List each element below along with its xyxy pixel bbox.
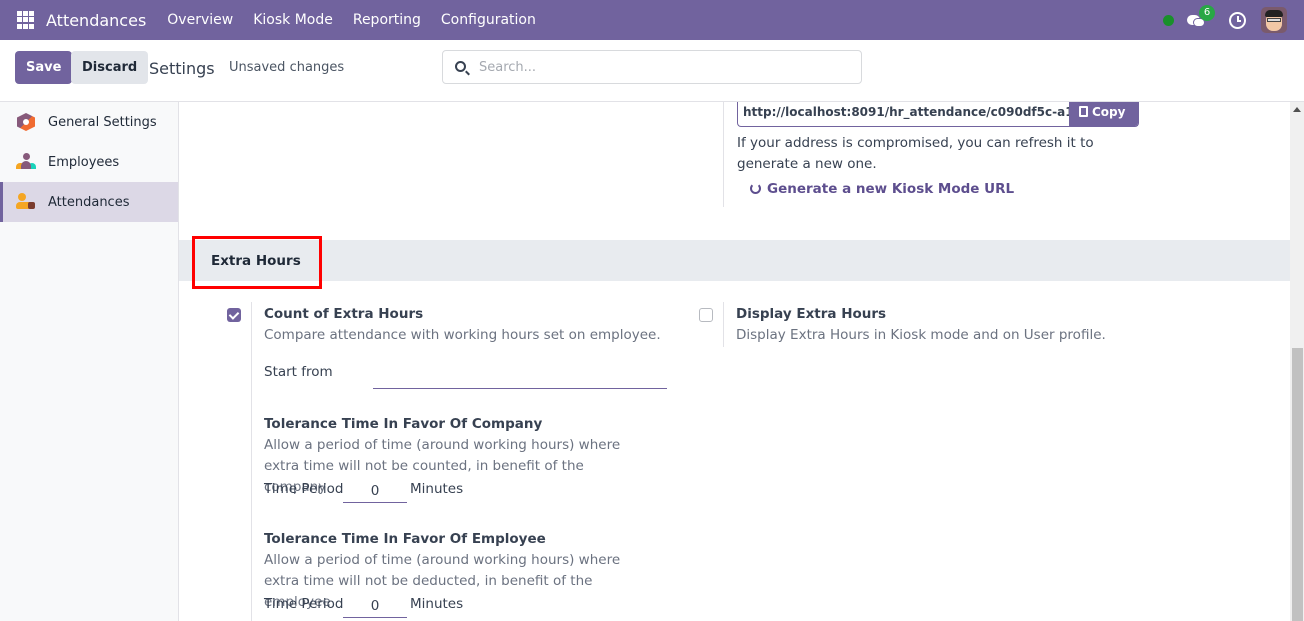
kiosk-url-block: http://localhost:8091/hr_attendance/c090… bbox=[723, 102, 1143, 207]
divider bbox=[723, 302, 724, 347]
tolerance-company-period-label: Time Period bbox=[264, 481, 344, 497]
settings-sidebar: General Settings Employees Attendances bbox=[0, 102, 179, 621]
display-extra-hours-title: Display Extra Hours bbox=[736, 306, 887, 322]
start-from-input[interactable] bbox=[373, 368, 667, 389]
sidebar-item-general-settings[interactable]: General Settings bbox=[0, 102, 178, 142]
divider bbox=[251, 302, 252, 621]
save-button[interactable]: Save bbox=[15, 51, 73, 84]
start-from-label: Start from bbox=[264, 364, 333, 380]
tolerance-company-unit: Minutes bbox=[410, 481, 464, 497]
search-input[interactable] bbox=[479, 57, 849, 77]
menu-configuration[interactable]: Configuration bbox=[441, 12, 536, 28]
apps-grid-icon[interactable] bbox=[17, 11, 35, 29]
kiosk-url[interactable]: http://localhost:8091/hr_attendance/c090… bbox=[743, 105, 1073, 119]
discard-button[interactable]: Discard bbox=[71, 51, 149, 84]
search-box[interactable] bbox=[442, 50, 862, 84]
generate-link-label: Generate a new Kiosk Mode URL bbox=[767, 181, 1015, 197]
chat-badge: 6 bbox=[1199, 5, 1215, 21]
copy-label: Copy bbox=[1092, 105, 1126, 119]
sidebar-item-label: General Settings bbox=[48, 114, 157, 130]
sidebar-item-employees[interactable]: Employees bbox=[0, 142, 178, 182]
copy-icon bbox=[1079, 106, 1088, 117]
tolerance-company-title: Tolerance Time In Favor Of Company bbox=[264, 416, 543, 432]
refresh-icon bbox=[750, 183, 761, 194]
control-panel: Save Discard Settings Unsaved changes bbox=[0, 41, 1304, 102]
top-navbar: Attendances Overview Kiosk Mode Reportin… bbox=[0, 0, 1304, 40]
tolerance-employee-period-label: Time Period bbox=[264, 596, 344, 612]
chat-icon[interactable]: 6 bbox=[1187, 5, 1215, 29]
display-extra-hours-checkbox[interactable] bbox=[699, 308, 713, 322]
kiosk-help-text: If your address is compromised, you can … bbox=[737, 135, 1094, 172]
attendances-icon bbox=[16, 192, 36, 212]
general-settings-icon bbox=[16, 112, 36, 132]
employees-icon bbox=[16, 152, 36, 172]
count-extra-hours-desc: Compare attendance with working hours se… bbox=[264, 327, 661, 343]
count-extra-hours-checkbox[interactable] bbox=[227, 308, 241, 322]
unsaved-status: Unsaved changes bbox=[229, 60, 345, 75]
sidebar-item-label: Employees bbox=[48, 154, 120, 170]
highlight-annotation bbox=[192, 236, 322, 289]
menu-reporting[interactable]: Reporting bbox=[353, 12, 421, 28]
copy-button[interactable]: Copy bbox=[1069, 102, 1138, 126]
section-header-extra-hours: Extra Hours bbox=[179, 240, 1290, 281]
scrollbar[interactable] bbox=[1290, 102, 1304, 621]
tolerance-employee-input[interactable] bbox=[343, 594, 407, 618]
app-name[interactable]: Attendances bbox=[46, 11, 146, 30]
search-icon bbox=[455, 61, 466, 72]
tolerance-employee-unit: Minutes bbox=[410, 596, 464, 612]
settings-content: http://localhost:8091/hr_attendance/c090… bbox=[179, 102, 1290, 621]
presence-dot-icon bbox=[1163, 14, 1174, 26]
scroll-up-arrow-icon[interactable] bbox=[1293, 107, 1301, 112]
clock-icon[interactable] bbox=[1229, 11, 1246, 29]
menu-kiosk-mode[interactable]: Kiosk Mode bbox=[253, 12, 333, 28]
breadcrumb: Settings bbox=[149, 59, 215, 78]
menu-overview[interactable]: Overview bbox=[167, 12, 233, 28]
kiosk-url-field: http://localhost:8091/hr_attendance/c090… bbox=[737, 102, 1139, 127]
count-extra-hours-title: Count of Extra Hours bbox=[264, 306, 424, 322]
tolerance-company-input[interactable] bbox=[343, 479, 407, 503]
scrollbar-thumb[interactable] bbox=[1292, 348, 1303, 621]
tolerance-employee-title: Tolerance Time In Favor Of Employee bbox=[264, 531, 546, 547]
sidebar-item-label: Attendances bbox=[48, 194, 130, 210]
generate-kiosk-url-link[interactable]: Generate a new Kiosk Mode URL bbox=[750, 181, 1014, 197]
user-avatar[interactable] bbox=[1261, 7, 1287, 33]
sidebar-item-attendances[interactable]: Attendances bbox=[0, 182, 178, 222]
display-extra-hours-desc: Display Extra Hours in Kiosk mode and on… bbox=[736, 327, 1106, 343]
